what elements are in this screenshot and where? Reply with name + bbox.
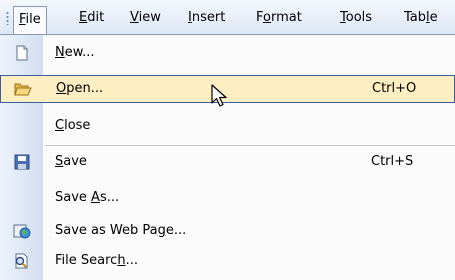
menu-item-label: Close	[55, 118, 91, 133]
menu-item-label: Open...	[56, 81, 104, 96]
toolbar-grip-handle[interactable]	[6, 11, 9, 25]
menu-item-label: Save	[55, 154, 87, 169]
menu-item-file-search[interactable]: File Search...	[0, 247, 455, 275]
menu-item-shortcut: Ctrl+S	[371, 154, 414, 169]
menu-item-save[interactable]: Save Ctrl+S	[0, 148, 455, 176]
file-search-icon	[15, 253, 28, 269]
menu-item-new[interactable]: New...	[0, 39, 455, 67]
menu-item-label: Save As...	[55, 190, 120, 205]
new-document-icon	[16, 45, 28, 61]
open-folder-icon	[14, 83, 32, 96]
menu-item-close[interactable]: Close	[0, 112, 455, 140]
menu-view[interactable]: View	[126, 8, 165, 28]
menu-insert[interactable]: Insert	[184, 8, 229, 28]
file-menu-dropdown: New... Open... Ctrl+O Close Save Ctrl+S …	[0, 34, 455, 280]
menu-file[interactable]: File	[13, 6, 47, 35]
menu-item-shortcut: Ctrl+O	[372, 81, 417, 96]
save-disk-icon	[14, 154, 30, 170]
web-page-icon	[13, 224, 31, 239]
menu-separator	[45, 145, 455, 146]
menu-item-label: File Search...	[55, 253, 138, 268]
menu-tools[interactable]: Tools	[336, 8, 376, 28]
menu-bar: File Edit View Insert Format Tools Table	[0, 0, 455, 35]
menu-item-label: New...	[55, 45, 95, 60]
menu-item-label: Save as Web Page...	[55, 223, 187, 238]
menu-format[interactable]: Format	[252, 8, 306, 28]
menu-item-save-as-web-page[interactable]: Save as Web Page...	[0, 217, 455, 245]
mouse-pointer-icon	[211, 84, 227, 107]
menu-item-save-as[interactable]: Save As...	[0, 184, 455, 212]
menu-edit[interactable]: Edit	[75, 8, 108, 28]
menu-table[interactable]: Table	[400, 8, 442, 28]
